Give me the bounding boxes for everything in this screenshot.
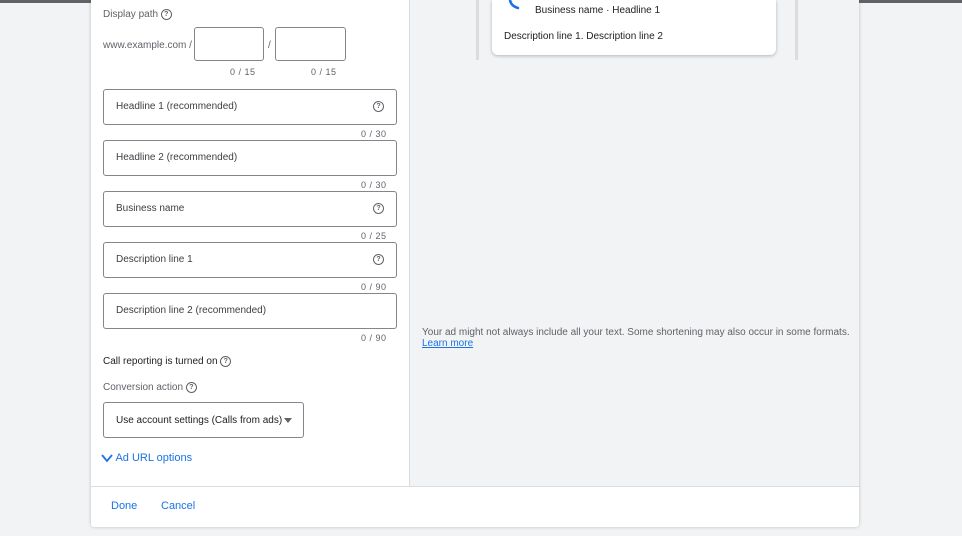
ad-url-options-label: Ad URL options xyxy=(115,452,193,464)
conversion-action-selected: Use account settings (Calls from ads) xyxy=(116,415,283,426)
business-name-placeholder: Business name xyxy=(116,203,185,214)
chevron-down-icon xyxy=(101,454,113,463)
description1-counter: 0 / 90 xyxy=(361,282,387,292)
headline2-placeholder: Headline 2 (recommended) xyxy=(116,152,238,163)
help-circle-icon[interactable]: ? xyxy=(373,101,384,112)
learn-more-link[interactable]: Learn more xyxy=(422,338,473,349)
description1-placeholder: Description line 1 xyxy=(116,254,193,265)
call-reporting-text: Call reporting is turned on xyxy=(103,356,218,368)
business-name-field[interactable]: Business name ? xyxy=(103,191,397,227)
shortening-notice-text: Your ad might not always include all you… xyxy=(422,327,850,338)
business-name-counter: 0 / 25 xyxy=(361,231,387,241)
headline2-counter: 0 / 30 xyxy=(361,180,387,190)
path-separator: / xyxy=(268,40,271,51)
description1-field[interactable]: Description line 1 ? xyxy=(103,242,397,278)
phone-icon xyxy=(508,0,520,10)
shortening-notice: Your ad might not always include all you… xyxy=(422,327,852,349)
ad-url-options-toggle[interactable]: Ad URL options xyxy=(101,452,192,464)
help-circle-icon[interactable]: ? xyxy=(185,382,197,393)
description2-placeholder: Description line 2 (recommended) xyxy=(116,305,267,316)
preview-headline: Business name · Headline 1 xyxy=(535,5,661,16)
dialog-footer xyxy=(91,486,859,527)
dropdown-caret-icon xyxy=(284,418,292,423)
conversion-action-label: Conversion action xyxy=(103,382,184,394)
ad-preview-panel xyxy=(410,0,859,486)
cancel-button[interactable]: Cancel xyxy=(161,500,195,512)
preview-description: Description line 1. Description line 2 xyxy=(504,31,663,42)
path1-counter: 0 / 15 xyxy=(230,67,256,77)
description2-field[interactable]: Description line 2 (recommended) xyxy=(103,293,397,329)
display-url-prefix: www.example.com / xyxy=(103,40,192,51)
headline1-field[interactable]: Headline 1 (recommended) ? xyxy=(103,89,397,125)
ad-preview-card: Business name · Headline 1 Description l… xyxy=(492,0,776,55)
help-circle-icon[interactable]: ? xyxy=(220,356,232,367)
path1-input[interactable] xyxy=(194,27,264,61)
done-button[interactable]: Done xyxy=(111,500,137,512)
display-path-label-row: Display path ? xyxy=(103,9,172,20)
help-circle-icon[interactable]: ? xyxy=(373,203,384,214)
headline2-field[interactable]: Headline 2 (recommended) xyxy=(103,140,397,176)
path2-input[interactable] xyxy=(275,27,346,61)
help-circle-icon[interactable]: ? xyxy=(373,254,384,265)
conversion-action-select[interactable]: Use account settings (Calls from ads) xyxy=(103,402,304,438)
path2-counter: 0 / 15 xyxy=(311,67,337,77)
headline1-placeholder: Headline 1 (recommended) xyxy=(116,101,238,112)
display-path-label: Display path xyxy=(103,9,159,21)
conversion-action-label-row: Conversion action ? xyxy=(103,382,197,393)
description2-counter: 0 / 90 xyxy=(361,333,387,343)
help-circle-icon[interactable]: ? xyxy=(160,9,172,20)
call-reporting-row: Call reporting is turned on ? xyxy=(103,356,232,368)
headline1-counter: 0 / 30 xyxy=(361,129,387,139)
